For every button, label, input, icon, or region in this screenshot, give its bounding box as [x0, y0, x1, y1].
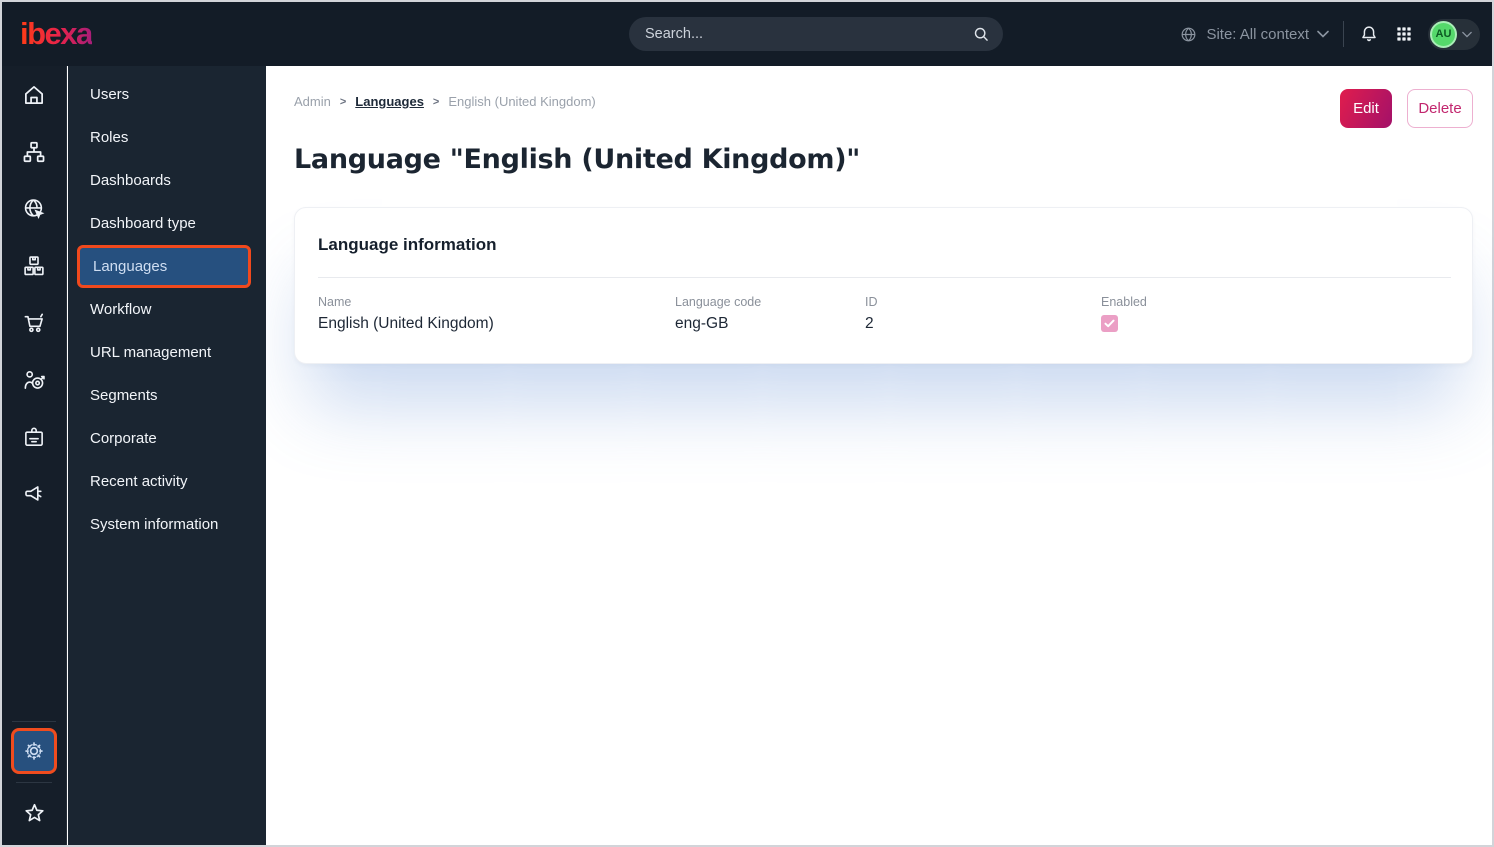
rail-item-personalization[interactable] — [2, 351, 67, 408]
field-label: ID — [865, 295, 878, 309]
admin-sidebar: Users Roles Dashboards Dashboard type La… — [68, 66, 266, 845]
rail-bottom-group — [11, 721, 57, 835]
action-buttons: Edit Delete — [1340, 89, 1473, 128]
field-enabled: Enabled — [1101, 295, 1147, 333]
chevron-down-icon — [1462, 31, 1472, 38]
site-globe-icon — [21, 196, 47, 222]
sidebar-item-system-information[interactable]: System information — [68, 503, 266, 546]
icon-rail — [2, 66, 67, 845]
site-context-label: Site: All context — [1206, 25, 1309, 43]
product-boxes-icon — [21, 253, 47, 279]
rail-item-bookmarks[interactable] — [21, 791, 48, 835]
rail-item-corporate[interactable] — [2, 408, 67, 465]
top-bar: ibexa Site: All context — [2, 2, 1492, 66]
field-label: Enabled — [1101, 295, 1147, 309]
sidebar-item-users[interactable]: Users — [68, 73, 266, 116]
field-language-code: Language code eng-GB — [675, 295, 865, 333]
field-label: Language code — [675, 295, 762, 309]
sidebar-item-segments[interactable]: Segments — [68, 374, 266, 417]
card-title: Language information — [318, 235, 497, 254]
sidebar-item-url-management[interactable]: URL management — [68, 331, 266, 374]
breadcrumb-languages-link[interactable]: Languages — [355, 94, 424, 109]
personalization-target-icon — [21, 367, 47, 393]
id-badge-icon — [21, 424, 47, 450]
field-id: ID 2 — [865, 295, 1101, 333]
rail-item-home[interactable] — [2, 66, 67, 123]
rail-divider — [12, 721, 56, 722]
breadcrumb: Admin > Languages > English (United King… — [294, 89, 596, 109]
home-icon — [21, 82, 47, 108]
language-information-card: Language information Name English (Unite… — [294, 207, 1473, 364]
shopping-cart-icon — [21, 310, 47, 336]
rail-item-commerce[interactable] — [2, 294, 67, 351]
sidebar-item-recent-activity[interactable]: Recent activity — [68, 460, 266, 503]
breadcrumb-current: English (United Kingdom) — [448, 94, 596, 109]
user-menu[interactable]: AU — [1428, 18, 1480, 50]
rail-item-content-structure[interactable] — [2, 123, 67, 180]
main-content: Admin > Languages > English (United King… — [266, 66, 1492, 845]
rail-item-admin-settings-active[interactable] — [11, 728, 57, 774]
rail-item-campaign[interactable] — [2, 465, 67, 522]
delete-button[interactable]: Delete — [1407, 89, 1473, 128]
header-row: Admin > Languages > English (United King… — [294, 89, 1473, 128]
topbar-right-group: Site: All context AU — [1179, 2, 1480, 66]
avatar: AU — [1430, 20, 1457, 48]
edit-button[interactable]: Edit — [1340, 89, 1392, 128]
site-context-selector[interactable]: Site: All context — [1179, 25, 1329, 44]
search-input[interactable] — [645, 26, 971, 42]
global-search[interactable] — [629, 17, 1003, 51]
sidebar-item-dashboard-type[interactable]: Dashboard type — [68, 202, 266, 245]
ibexa-admin-page: { "topbar": { "logo": "ibexa", "search_p… — [0, 0, 1494, 847]
notifications-bell-icon[interactable] — [1358, 23, 1380, 45]
page-title: Language "English (United Kingdom)" — [294, 144, 861, 175]
star-icon — [21, 800, 48, 827]
field-name: Name English (United Kingdom) — [318, 295, 675, 333]
sidebar-item-languages[interactable]: Languages — [77, 245, 251, 288]
field-label: Name — [318, 295, 352, 309]
rail-item-product-catalog[interactable] — [2, 237, 67, 294]
app-grid-icon[interactable] — [1394, 24, 1414, 44]
field-value: eng-GB — [675, 315, 729, 332]
rail-item-site[interactable] — [2, 180, 67, 237]
breadcrumb-separator: > — [432, 95, 440, 108]
chevron-down-icon — [1317, 30, 1329, 38]
sidebar-item-workflow[interactable]: Workflow — [68, 288, 266, 331]
content-structure-icon — [21, 139, 47, 165]
field-value: English (United Kingdom) — [318, 315, 494, 332]
field-value: 2 — [865, 315, 874, 332]
sidebar-item-roles[interactable]: Roles — [68, 116, 266, 159]
search-icon[interactable] — [971, 24, 991, 44]
field-list: Name English (United Kingdom) Language c… — [295, 278, 1472, 333]
ibexa-logo[interactable]: ibexa — [20, 16, 93, 52]
gear-icon — [21, 738, 47, 764]
rail-divider — [16, 782, 52, 783]
globe-icon — [1179, 25, 1198, 44]
checkmark-icon — [1104, 319, 1115, 328]
breadcrumb-admin: Admin — [294, 94, 331, 109]
breadcrumb-separator: > — [339, 95, 347, 108]
enabled-checkbox-checked — [1101, 315, 1118, 332]
sidebar-item-corporate[interactable]: Corporate — [68, 417, 266, 460]
topbar-divider — [1343, 21, 1344, 47]
megaphone-icon — [21, 481, 47, 507]
sidebar-item-dashboards[interactable]: Dashboards — [68, 159, 266, 202]
